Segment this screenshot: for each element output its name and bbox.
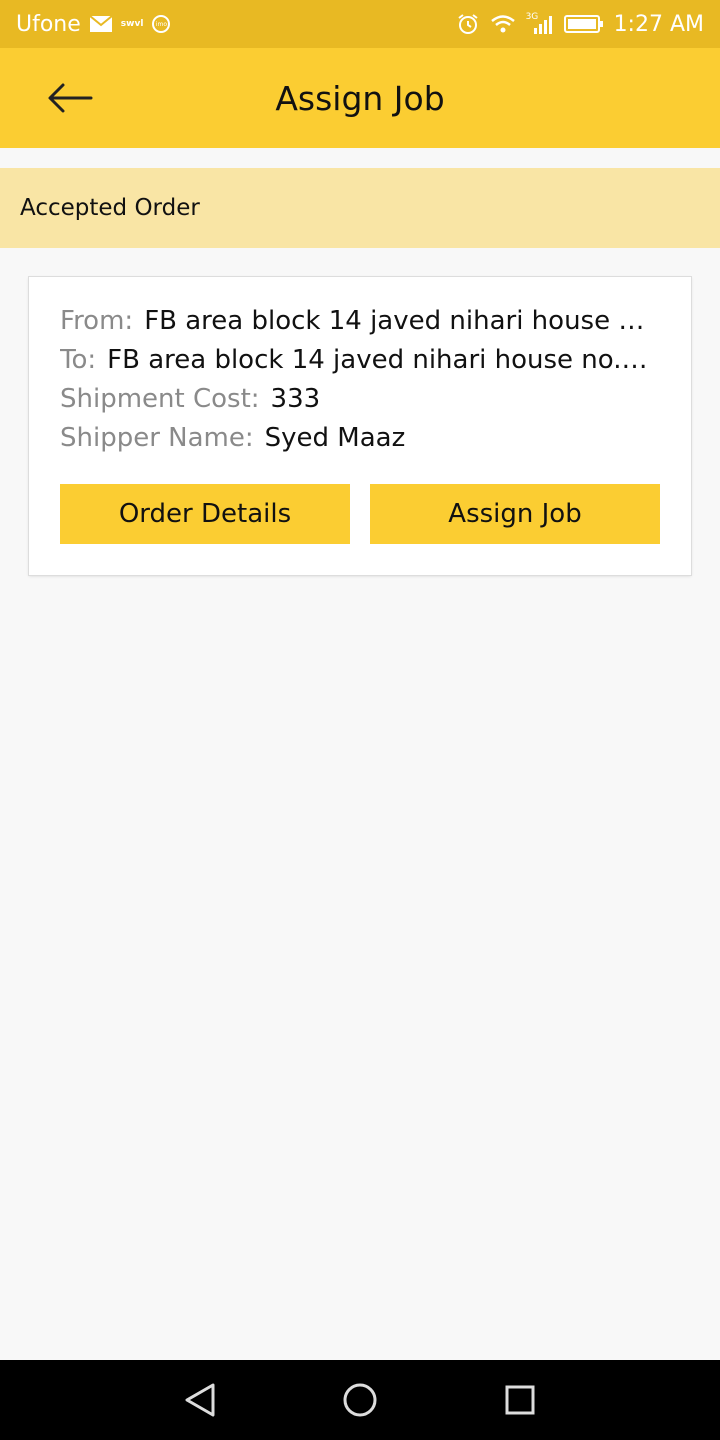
system-nav-bar [0,1360,720,1440]
nav-back-button[interactable] [180,1380,220,1420]
status-time: 1:27 AM [613,11,704,37]
status-bar-right: 3G 1:27 AM [456,0,704,48]
to-label: To: [60,345,97,375]
shipment-cost-label: Shipment Cost: [60,384,260,414]
assign-job-button[interactable]: Assign Job [370,484,660,544]
swvl-icon: swvl [121,19,144,29]
alarm-icon [456,12,480,36]
from-row: From: FB area block 14 javed nihari hous… [60,301,660,341]
signal-3g-icon: 3G [526,12,554,36]
arrow-left-icon [48,83,93,113]
shipper-name-row: Shipper Name: Syed Maaz [60,418,660,458]
battery-icon [563,14,604,34]
to-value: FB area block 14 javed nihari house no.2… [107,345,660,375]
nav-home-button[interactable] [340,1380,380,1420]
carrier-name: Ufone [16,11,81,37]
from-value: FB area block 14 javed nihari house no.2… [144,306,660,336]
section-header: Accepted Order [0,168,720,248]
back-button[interactable] [40,76,100,120]
imo-icon-text: imo [155,20,168,28]
recents-square-icon [505,1385,535,1415]
shipment-cost-value: 333 [270,384,321,414]
shipper-name-value: Syed Maaz [264,423,406,453]
order-card: From: FB area block 14 javed nihari hous… [29,277,691,575]
shipper-name-label: Shipper Name: [60,423,254,453]
to-row: To: FB area block 14 javed nihari house … [60,340,660,380]
imo-icon: imo [151,14,171,34]
page-title: Assign Job [275,78,445,118]
app-bar: Assign Job [0,48,720,148]
home-circle-icon [343,1383,377,1417]
back-triangle-icon [185,1383,215,1417]
status-bar: Ufone swvl imo 3G 1:27 AM [0,0,720,48]
wifi-icon [490,13,516,35]
nav-recents-button[interactable] [500,1380,540,1420]
from-label: From: [60,306,134,336]
mail-icon [89,15,113,33]
section-title: Accepted Order [20,195,200,221]
swvl-icon-text: swvl [120,19,144,29]
order-details-button[interactable]: Order Details [60,484,350,544]
status-bar-left: Ufone swvl imo [16,0,171,48]
shipment-cost-row: Shipment Cost: 333 [60,379,660,419]
